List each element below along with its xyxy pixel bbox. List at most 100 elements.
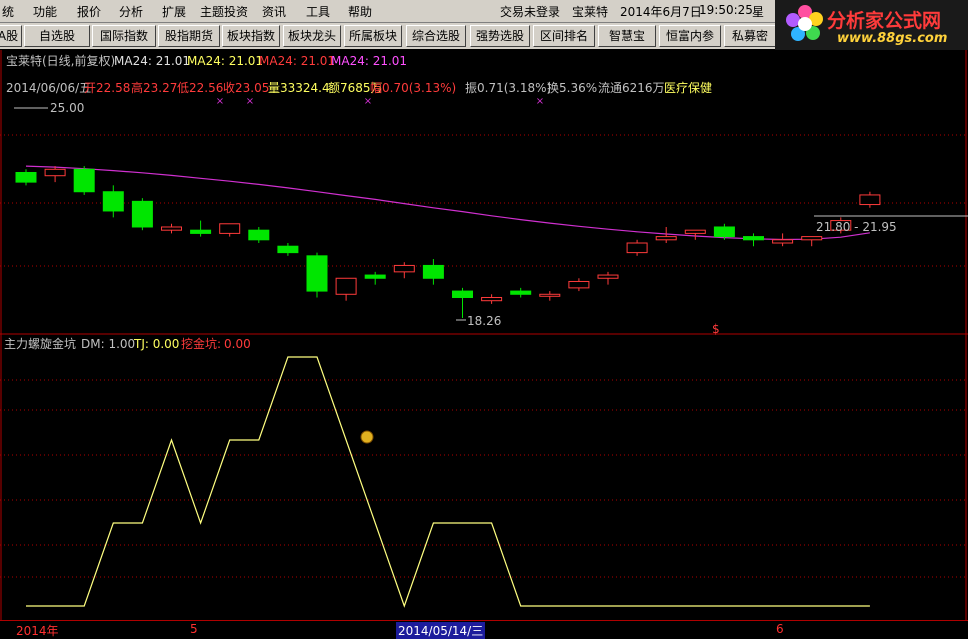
tb-composite-select[interactable]: 综合选股 [406,25,466,47]
tb-sector-leader[interactable]: 板块龙头 [283,25,341,47]
flower-logo-icon [786,5,823,41]
logo-brand: 分析家公式网 [827,10,942,32]
ma24-label-3: MA24: 21.01 [259,54,336,68]
header-weekday: 星 [752,5,765,19]
candle-body [684,229,706,234]
candle-body [335,277,357,295]
info-volume: 量33324.4 [268,81,330,95]
candle-body [655,236,677,241]
candle-body [102,191,124,212]
tb-strong-select[interactable]: 强势选股 [470,25,530,47]
candle [539,291,561,301]
candle [743,233,764,247]
time-label-may: 5 [190,622,198,636]
money-bag-icon [360,430,374,444]
candle [772,233,794,247]
menu-news[interactable]: 资讯 [262,3,286,20]
ma24-label-4: MA24: 21.01 [331,54,408,68]
candle [568,278,590,292]
x-marker: × [246,96,254,107]
menu-analysis[interactable]: 分析 [119,3,143,20]
range-label: 21.80 - 21.95 [816,220,897,234]
candle [15,169,37,186]
candle-body [306,255,328,292]
menu-theme-invest[interactable]: 主题投资 [200,3,248,20]
candle [335,277,357,301]
tb-smart-treasure[interactable]: 智慧宝 [598,25,656,47]
header-time: 19:50:25 [699,3,753,17]
x-marker: × [364,96,372,107]
indicator-line [26,356,870,608]
tb-own-sector[interactable]: 所属板块 [344,25,402,47]
info-close: 收23.05 [223,81,270,95]
indicator-pit-label: 挖金坑: [181,337,222,351]
tb-sector-index[interactable]: 板块指数 [222,25,280,47]
tb-range-rank[interactable]: 区间排名 [533,25,595,47]
candle [364,271,386,285]
header-date: 2014年6月7日 [620,5,702,19]
candle-body [539,293,561,297]
info-turnover: 换5.36% [547,81,598,95]
candle-body [422,264,444,279]
candle [131,198,153,231]
candle [219,223,241,237]
candle-body [131,200,153,228]
info-sector: 医疗保健 [664,81,713,95]
candle [277,243,299,256]
candle-body [44,168,66,177]
ma24-label-1: MA24: 21.01 [114,54,191,68]
candle [481,294,503,304]
candle [190,220,212,237]
menu-help[interactable]: 帮助 [348,3,372,20]
candle [510,287,532,298]
info-high: 高23.27 [131,81,178,95]
login-status[interactable]: 交易未登录 [500,3,560,20]
candle [801,236,823,247]
site-logo: 分析家公式网 www.88gs.com [775,0,968,50]
tb-index-futures[interactable]: 股指期货 [158,25,220,47]
info-low: 低22.56 [177,81,224,95]
tb-watchlist[interactable]: 自选股 [24,25,90,47]
candle-body [597,274,619,279]
candle [422,259,444,285]
header-stock-name: 宝莱特 [572,5,609,19]
low-price-label: 18.26 [467,314,502,328]
candle-body [568,280,590,289]
logo-url: www.88gs.com [837,31,948,46]
tb-intl-index[interactable]: 国际指数 [92,25,156,47]
candle [44,166,66,183]
high-price-label: 25.00 [50,101,85,115]
tb-a-shares[interactable]: A股 [0,25,22,47]
info-float: 流通6216万 [598,81,665,95]
candle [859,191,881,208]
candle-body [801,236,823,241]
menu-function[interactable]: 功能 [33,3,57,20]
candle-body [713,226,735,238]
chart-canvas[interactable]: × × × × [0,50,968,620]
tb-hengfu-report[interactable]: 恒富内参 [659,25,721,47]
time-axis: 2014年 5 2014/05/14/三 6 [0,620,968,639]
candle-body [219,223,241,234]
candle-body [452,290,473,298]
candle [102,185,124,218]
candle [161,223,182,234]
candle-body [190,229,212,234]
candle-body [364,274,386,279]
tb-private-fund[interactable]: 私募密 [724,25,776,47]
menu-quote[interactable]: 报价 [77,3,101,20]
info-open: 开22.58 [84,81,131,95]
candle [597,271,619,285]
candle [248,226,270,244]
candle [393,262,415,279]
indicator-name: 主力螺旋金坑 [4,337,77,351]
menu-tools[interactable]: 工具 [306,3,330,20]
menu-system[interactable]: 统 [2,3,14,20]
menu-extend[interactable]: 扩展 [162,3,186,20]
x-marker: × [536,96,544,107]
time-cursor-date: 2014/05/14/三 [396,622,486,639]
candle-body [510,290,532,295]
candle-body [859,194,881,206]
chart-area: × × × × 宝莱特(日线,前复权) MA24: 21.01 MA24: 21.01… [0,50,968,636]
time-label-year: 2014年 [16,624,59,638]
indicator-pit-value: 0.00 [224,337,251,351]
